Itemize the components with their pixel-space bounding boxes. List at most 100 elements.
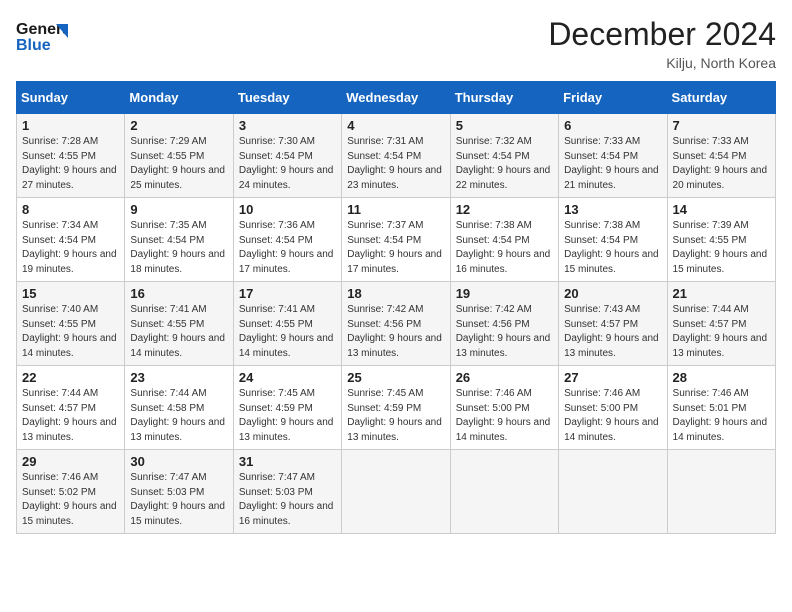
calendar-cell: 16 Sunrise: 7:41 AMSunset: 4:55 PMDayligh… [125, 282, 233, 366]
calendar-cell: 4Sunrise: 7:31 AMSunset: 4:54 PMDaylight… [342, 114, 450, 198]
calendar-body: 1 Sunrise: 7:28 AMSunset: 4:55 PMDaylight… [17, 114, 776, 534]
calendar-cell: 30 Sunrise: 7:47 AMSunset: 5:03 PMDayligh… [125, 450, 233, 534]
cell-info: Sunrise: 7:38 AMSunset: 4:54 PMDaylight:… [564, 219, 661, 277]
day-number: 20 [564, 286, 661, 301]
calendar-table: SundayMondayTuesdayWednesdayThursdayFrid… [16, 81, 776, 534]
cell-info: Sunrise: 7:42 AMSunset: 4:56 PMDaylight:… [456, 303, 553, 361]
calendar-week-row: 1 Sunrise: 7:28 AMSunset: 4:55 PMDaylight… [17, 114, 776, 198]
svg-text:General: General [16, 21, 68, 38]
title-block: December 2024 Kilju, North Korea [548, 16, 776, 71]
day-number: 27 [564, 370, 661, 385]
cell-info: Sunrise: 7:33 AMSunset: 4:54 PMDaylight:… [564, 135, 661, 193]
calendar-cell: 27 Sunrise: 7:46 AMSunset: 5:00 PMDayligh… [559, 366, 667, 450]
cell-info: Sunrise: 7:40 AMSunset: 4:55 PMDaylight:… [22, 303, 119, 361]
day-number: 1 [22, 118, 119, 133]
calendar-cell: 11 Sunrise: 7:37 AMSunset: 4:54 PMDayligh… [342, 198, 450, 282]
weekday-header-cell: Monday [125, 82, 233, 114]
calendar-cell: 18Sunrise: 7:42 AMSunset: 4:56 PMDayligh… [342, 282, 450, 366]
weekday-header-cell: Thursday [450, 82, 558, 114]
cell-info: Sunrise: 7:46 AMSunset: 5:02 PMDaylight:… [22, 471, 119, 529]
calendar-cell: 31 Sunrise: 7:47 AMSunset: 5:03 PMDayligh… [233, 450, 341, 534]
day-number: 13 [564, 202, 661, 217]
cell-info: Sunrise: 7:31 AMSunset: 4:54 PMDaylight:… [347, 135, 444, 193]
calendar-week-row: 15 Sunrise: 7:40 AMSunset: 4:55 PMDayligh… [17, 282, 776, 366]
cell-info: Sunrise: 7:41 AMSunset: 4:55 PMDaylight:… [130, 303, 227, 361]
cell-info: Sunrise: 7:46 AMSunset: 5:00 PMDaylight:… [564, 387, 661, 445]
calendar-cell: 24 Sunrise: 7:45 AMSunset: 4:59 PMDayligh… [233, 366, 341, 450]
calendar-cell: 15 Sunrise: 7:40 AMSunset: 4:55 PMDayligh… [17, 282, 125, 366]
calendar-week-row: 22 Sunrise: 7:44 AMSunset: 4:57 PMDayligh… [17, 366, 776, 450]
weekday-header-cell: Friday [559, 82, 667, 114]
cell-info: Sunrise: 7:47 AMSunset: 5:03 PMDaylight:… [130, 471, 227, 529]
day-number: 21 [673, 286, 770, 301]
day-number: 22 [22, 370, 119, 385]
calendar-cell: 21 Sunrise: 7:44 AMSunset: 4:57 PMDayligh… [667, 282, 775, 366]
calendar-cell [342, 450, 450, 534]
cell-info: Sunrise: 7:38 AMSunset: 4:54 PMDaylight:… [456, 219, 553, 277]
weekday-header-cell: Wednesday [342, 82, 450, 114]
calendar-cell: 3Sunrise: 7:30 AMSunset: 4:54 PMDaylight… [233, 114, 341, 198]
day-number: 25 [347, 370, 444, 385]
cell-info: Sunrise: 7:44 AMSunset: 4:58 PMDaylight:… [130, 387, 227, 445]
day-number: 9 [130, 202, 227, 217]
cell-info: Sunrise: 7:46 AMSunset: 5:01 PMDaylight:… [673, 387, 770, 445]
day-number: 2 [130, 118, 227, 133]
cell-info: Sunrise: 7:42 AMSunset: 4:56 PMDaylight:… [347, 303, 444, 361]
calendar-cell: 22 Sunrise: 7:44 AMSunset: 4:57 PMDayligh… [17, 366, 125, 450]
calendar-cell: 13 Sunrise: 7:38 AMSunset: 4:54 PMDayligh… [559, 198, 667, 282]
cell-info: Sunrise: 7:30 AMSunset: 4:54 PMDaylight:… [239, 135, 336, 193]
day-number: 5 [456, 118, 553, 133]
calendar-cell: 26Sunrise: 7:46 AMSunset: 5:00 PMDayligh… [450, 366, 558, 450]
day-number: 14 [673, 202, 770, 217]
calendar-cell: 12 Sunrise: 7:38 AMSunset: 4:54 PMDayligh… [450, 198, 558, 282]
cell-info: Sunrise: 7:29 AMSunset: 4:55 PMDaylight:… [130, 135, 227, 193]
day-number: 12 [456, 202, 553, 217]
day-number: 24 [239, 370, 336, 385]
cell-info: Sunrise: 7:44 AMSunset: 4:57 PMDaylight:… [22, 387, 119, 445]
page-header: General Blue December 2024 Kilju, North … [16, 16, 776, 71]
day-number: 16 [130, 286, 227, 301]
day-number: 31 [239, 454, 336, 469]
day-number: 8 [22, 202, 119, 217]
calendar-cell [450, 450, 558, 534]
calendar-cell: 19 Sunrise: 7:42 AMSunset: 4:56 PMDayligh… [450, 282, 558, 366]
day-number: 28 [673, 370, 770, 385]
calendar-cell: 28 Sunrise: 7:46 AMSunset: 5:01 PMDayligh… [667, 366, 775, 450]
calendar-cell: 8 Sunrise: 7:34 AMSunset: 4:54 PMDaylight… [17, 198, 125, 282]
day-number: 11 [347, 202, 444, 217]
weekday-header-cell: Tuesday [233, 82, 341, 114]
calendar-week-row: 29 Sunrise: 7:46 AMSunset: 5:02 PMDayligh… [17, 450, 776, 534]
cell-info: Sunrise: 7:44 AMSunset: 4:57 PMDaylight:… [673, 303, 770, 361]
calendar-cell [559, 450, 667, 534]
calendar-week-row: 8 Sunrise: 7:34 AMSunset: 4:54 PMDaylight… [17, 198, 776, 282]
cell-info: Sunrise: 7:34 AMSunset: 4:54 PMDaylight:… [22, 219, 119, 277]
calendar-cell: 20Sunrise: 7:43 AMSunset: 4:57 PMDayligh… [559, 282, 667, 366]
day-number: 29 [22, 454, 119, 469]
cell-info: Sunrise: 7:45 AMSunset: 4:59 PMDaylight:… [347, 387, 444, 445]
day-number: 30 [130, 454, 227, 469]
calendar-cell: 10Sunrise: 7:36 AMSunset: 4:54 PMDayligh… [233, 198, 341, 282]
cell-info: Sunrise: 7:41 AMSunset: 4:55 PMDaylight:… [239, 303, 336, 361]
day-number: 19 [456, 286, 553, 301]
cell-info: Sunrise: 7:28 AMSunset: 4:55 PMDaylight:… [22, 135, 119, 193]
cell-info: Sunrise: 7:32 AMSunset: 4:54 PMDaylight:… [456, 135, 553, 193]
calendar-cell: 23 Sunrise: 7:44 AMSunset: 4:58 PMDayligh… [125, 366, 233, 450]
calendar-cell: 9Sunrise: 7:35 AMSunset: 4:54 PMDaylight… [125, 198, 233, 282]
cell-info: Sunrise: 7:47 AMSunset: 5:03 PMDaylight:… [239, 471, 336, 529]
calendar-cell [667, 450, 775, 534]
month-title: December 2024 [548, 16, 776, 53]
day-number: 15 [22, 286, 119, 301]
logo-icon: General Blue [16, 16, 68, 60]
day-number: 23 [130, 370, 227, 385]
day-number: 7 [673, 118, 770, 133]
svg-text:Blue: Blue [16, 37, 51, 54]
cell-info: Sunrise: 7:37 AMSunset: 4:54 PMDaylight:… [347, 219, 444, 277]
calendar-cell: 17Sunrise: 7:41 AMSunset: 4:55 PMDayligh… [233, 282, 341, 366]
calendar-cell: 25 Sunrise: 7:45 AMSunset: 4:59 PMDayligh… [342, 366, 450, 450]
calendar-cell: 29 Sunrise: 7:46 AMSunset: 5:02 PMDayligh… [17, 450, 125, 534]
calendar-cell: 2 Sunrise: 7:29 AMSunset: 4:55 PMDaylight… [125, 114, 233, 198]
cell-info: Sunrise: 7:46 AMSunset: 5:00 PMDaylight:… [456, 387, 553, 445]
cell-info: Sunrise: 7:33 AMSunset: 4:54 PMDaylight:… [673, 135, 770, 193]
calendar-cell: 5 Sunrise: 7:32 AMSunset: 4:54 PMDaylight… [450, 114, 558, 198]
cell-info: Sunrise: 7:45 AMSunset: 4:59 PMDaylight:… [239, 387, 336, 445]
